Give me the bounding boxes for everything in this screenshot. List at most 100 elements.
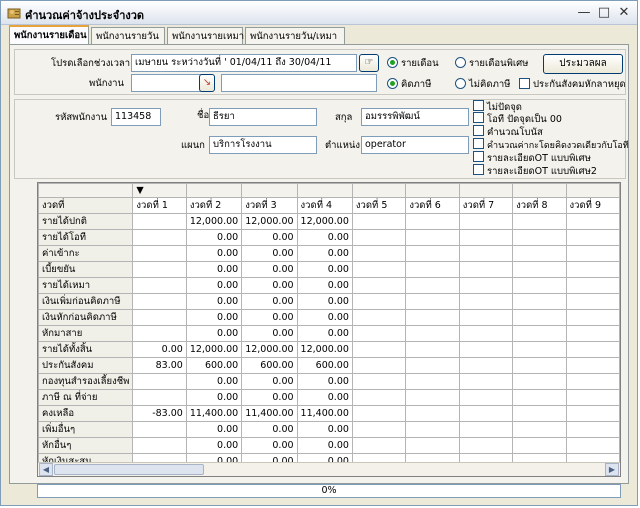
grid-cell[interactable]	[405, 389, 460, 406]
grid-cell[interactable]	[132, 421, 187, 438]
grid-cell[interactable]: 0.00	[241, 309, 298, 326]
grid-cell[interactable]	[351, 245, 407, 262]
grid-cell[interactable]	[351, 261, 407, 278]
option-ot-round-checkbox[interactable]	[473, 112, 484, 123]
grid-cell[interactable]: 600.00	[241, 357, 298, 374]
grid-cell[interactable]	[132, 245, 187, 262]
grid-cell[interactable]: 12,000.00	[241, 213, 298, 230]
name-value[interactable]: ธีรยา	[209, 108, 317, 126]
radio-no-tax[interactable]	[455, 78, 466, 89]
grid-cell[interactable]	[565, 325, 620, 342]
grid-cell[interactable]: 0.00	[296, 309, 353, 326]
grid-cell[interactable]: 0.00	[185, 325, 243, 342]
grid-cell[interactable]	[351, 341, 407, 358]
grid-cell[interactable]	[512, 309, 567, 326]
grid-cell[interactable]	[405, 245, 460, 262]
grid-cell[interactable]	[132, 213, 187, 230]
grid-cell[interactable]: 0.00	[296, 261, 353, 278]
grid-cell[interactable]: 12,000.00	[185, 341, 243, 358]
grid-cell[interactable]	[565, 437, 620, 454]
grid-cell[interactable]	[351, 213, 407, 230]
grid-cell[interactable]	[512, 341, 567, 358]
grid-cell[interactable]	[351, 389, 407, 406]
grid-cell[interactable]	[512, 229, 567, 246]
grid-cell[interactable]: 0.00	[185, 229, 243, 246]
grid-cell[interactable]	[351, 309, 407, 326]
grid-cell[interactable]: 12,000.00	[296, 341, 353, 358]
grid-cell[interactable]	[405, 277, 460, 294]
grid-cell[interactable]	[351, 325, 407, 342]
tab-monthly[interactable]: พนักงานรายเดือน	[9, 25, 89, 46]
grid-column-header[interactable]: งวดที่ 6	[405, 197, 460, 214]
grid-cell[interactable]	[351, 229, 407, 246]
grid-cell[interactable]: 11,400.00	[241, 405, 298, 422]
grid-cell[interactable]	[458, 325, 514, 342]
grid-cell[interactable]: 0.00	[241, 437, 298, 454]
grid-cell[interactable]	[405, 229, 460, 246]
grid-cell[interactable]	[512, 325, 567, 342]
grid-cell[interactable]	[458, 293, 514, 310]
grid-column-header[interactable]: งวดที่ 7	[458, 197, 514, 214]
grid-cell[interactable]	[132, 261, 187, 278]
grid-cell[interactable]: 0.00	[241, 293, 298, 310]
grid-cell[interactable]: 0.00	[241, 245, 298, 262]
pick-period-button[interactable]: ☞	[359, 54, 379, 72]
option-ot-detail2-checkbox[interactable]	[473, 164, 484, 175]
grid-cell[interactable]	[405, 309, 460, 326]
scroll-left-icon[interactable]: ◀	[39, 463, 53, 476]
grid-cell[interactable]: 600.00	[185, 357, 243, 374]
grid-cell[interactable]	[405, 213, 460, 230]
grid-cell[interactable]: 0.00	[296, 245, 353, 262]
grid-column-header[interactable]: งวดที่ 1	[132, 197, 187, 214]
grid-cell[interactable]	[565, 357, 620, 374]
grid-column-header[interactable]: งวดที่ 9	[565, 197, 620, 214]
grid-cell[interactable]	[405, 421, 460, 438]
grid-cell[interactable]: 0.00	[185, 437, 243, 454]
grid-column-header[interactable]: งวดที่ 2	[185, 197, 243, 214]
process-button[interactable]: ประมวลผล	[543, 54, 623, 74]
grid-cell[interactable]	[565, 389, 620, 406]
tab-piecework[interactable]: พนักงานรายเหมา	[167, 27, 244, 45]
grid-cell[interactable]	[132, 277, 187, 294]
option-no-rounding-checkbox[interactable]	[473, 100, 484, 111]
grid-cell[interactable]	[565, 213, 620, 230]
grid-cell[interactable]	[512, 373, 567, 390]
grid-cell[interactable]: 12,000.00	[185, 213, 243, 230]
grid-cell[interactable]: 600.00	[296, 357, 353, 374]
grid-cell[interactable]: 0.00	[185, 277, 243, 294]
grid-column-header[interactable]: งวดที่ 4	[296, 197, 353, 214]
close-icon[interactable]: ✕	[615, 4, 633, 22]
grid-cell[interactable]	[351, 357, 407, 374]
grid-cell[interactable]	[512, 245, 567, 262]
department-value[interactable]: บริการโรงงาน	[209, 136, 317, 154]
grid-cell[interactable]: 0.00	[241, 277, 298, 294]
grid-cell[interactable]: 0.00	[296, 229, 353, 246]
grid-cell[interactable]	[565, 245, 620, 262]
grid-cell[interactable]	[512, 277, 567, 294]
grid-cell[interactable]	[512, 213, 567, 230]
maximize-icon[interactable]: □	[595, 4, 613, 22]
payroll-grid[interactable]: ▼ งวดที่ งวดที่ 1 งวดที่ 2 งวดที่ 3 งวดที่ …	[37, 182, 621, 477]
grid-cell[interactable]	[351, 437, 407, 454]
lookup-employee-button[interactable]: ↘	[199, 74, 215, 92]
grid-column-header[interactable]: งวดที่ 8	[512, 197, 567, 214]
grid-cell[interactable]	[565, 261, 620, 278]
grid-cell[interactable]	[565, 373, 620, 390]
grid-cell[interactable]	[565, 293, 620, 310]
grid-cell[interactable]	[565, 341, 620, 358]
grid-cell[interactable]	[458, 229, 514, 246]
grid-cell[interactable]	[458, 389, 514, 406]
grid-cell[interactable]	[458, 261, 514, 278]
grid-cell[interactable]	[565, 421, 620, 438]
grid-column-header[interactable]: งวดที่ 5	[351, 197, 407, 214]
grid-cell[interactable]: 0.00	[241, 389, 298, 406]
grid-cell[interactable]: 0.00	[296, 293, 353, 310]
option-ot-detail-checkbox[interactable]	[473, 151, 484, 162]
grid-cell[interactable]	[565, 277, 620, 294]
grid-cell[interactable]	[405, 437, 460, 454]
employee-name-field[interactable]	[221, 74, 377, 92]
grid-cell[interactable]: -83.00	[132, 405, 187, 422]
tab-daily-piecework[interactable]: พนักงานรายวัน/เหมา	[245, 27, 345, 45]
grid-cell[interactable]	[405, 261, 460, 278]
grid-cell[interactable]	[132, 325, 187, 342]
